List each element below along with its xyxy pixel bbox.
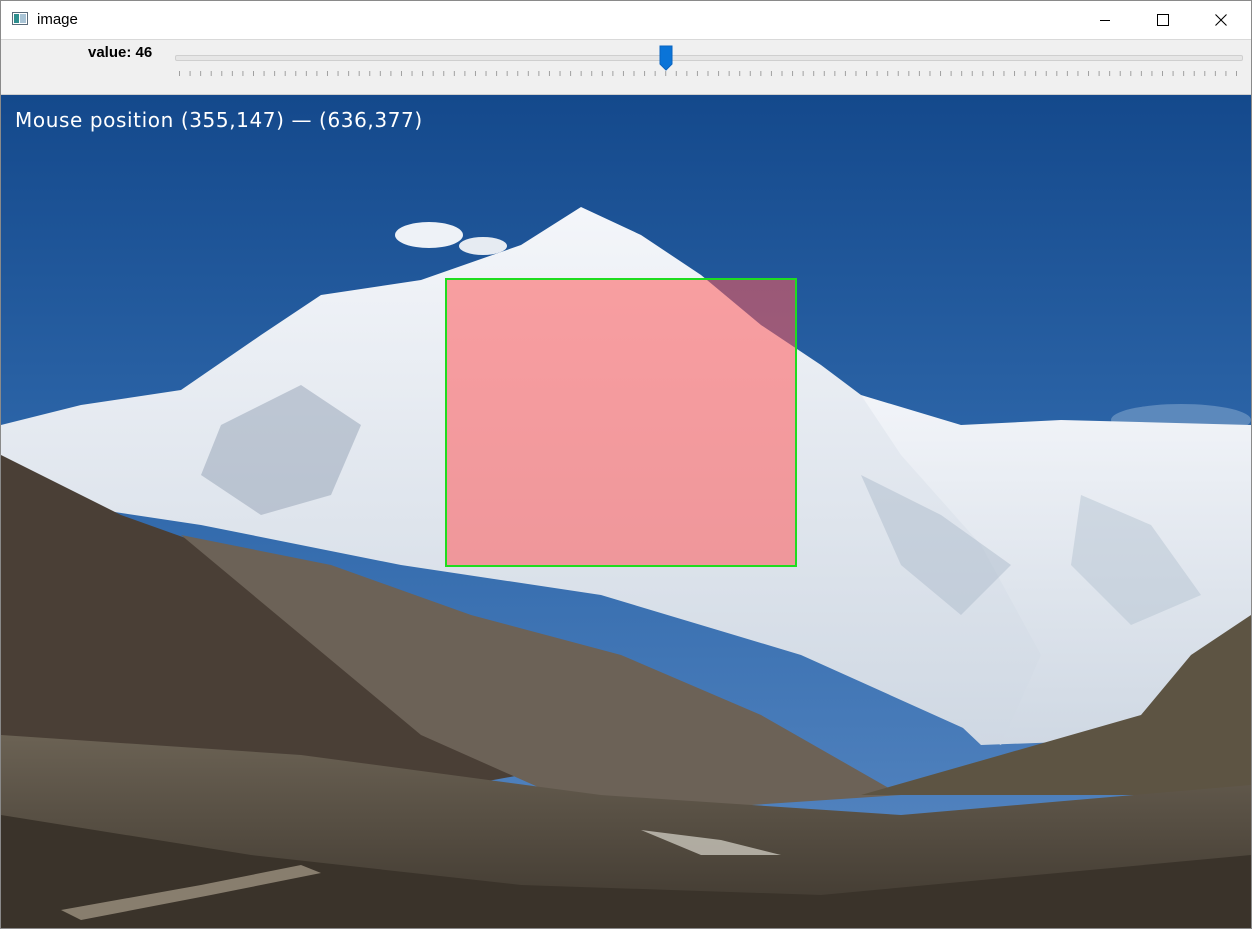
- maximize-icon: [1157, 14, 1169, 26]
- trackbar-panel: value: 46: [1, 40, 1251, 95]
- maximize-button[interactable]: [1140, 1, 1186, 39]
- trackbar-label: value: 46: [88, 44, 153, 61]
- app-image-icon: [12, 12, 28, 25]
- image-canvas[interactable]: Mouse position (355,147) — (636,377): [1, 95, 1251, 928]
- trackbar-thumb[interactable]: [659, 45, 673, 71]
- trackbar-track[interactable]: [175, 55, 1243, 61]
- mouse-position-text: Mouse position (355,147) — (636,377): [15, 108, 423, 132]
- minimize-icon: [1099, 14, 1111, 26]
- minimize-button[interactable]: [1082, 1, 1128, 39]
- title-bar[interactable]: image: [1, 1, 1251, 40]
- close-icon: [1215, 14, 1227, 26]
- window-title: image: [37, 11, 78, 28]
- trackbar-ticks: [179, 71, 1237, 76]
- close-button[interactable]: [1198, 1, 1244, 39]
- app-window: image value: 46 Mouse position (355,147)…: [0, 0, 1252, 929]
- selection-rectangle: [445, 278, 797, 567]
